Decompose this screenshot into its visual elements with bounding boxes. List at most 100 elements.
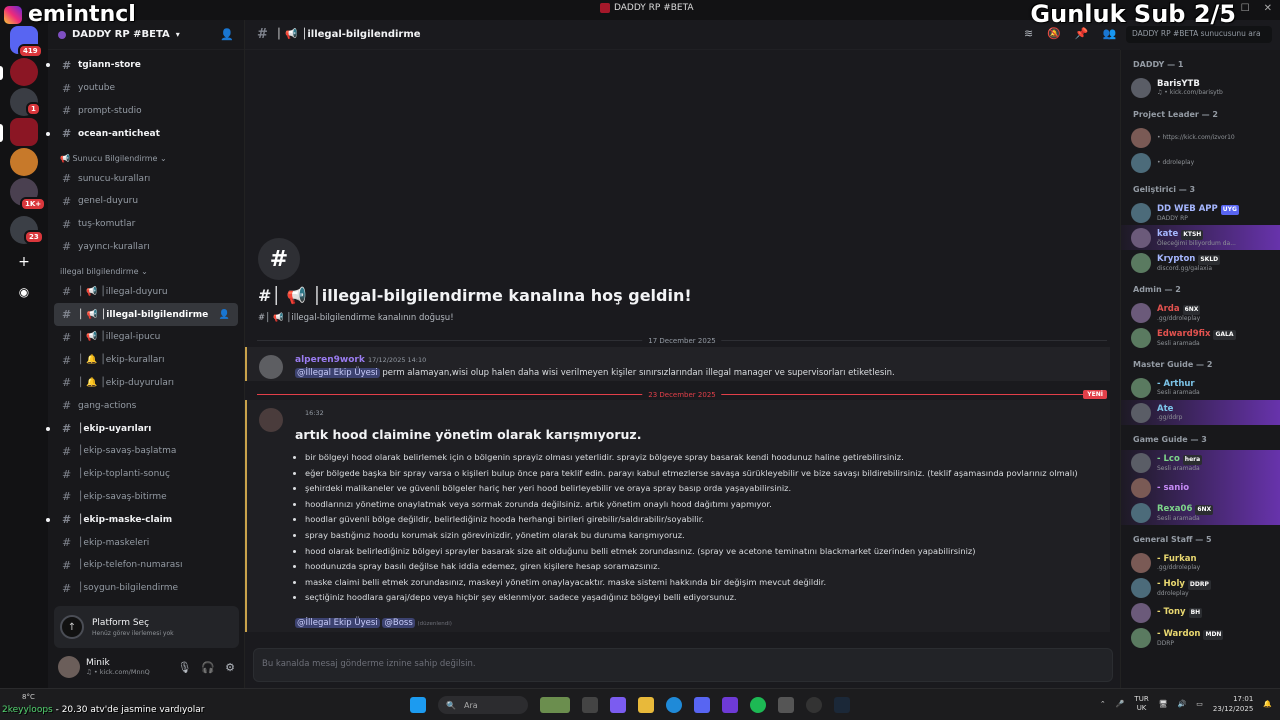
taskbar-search[interactable]: 🔍 Ara (438, 696, 528, 714)
spotify-icon[interactable] (750, 697, 766, 713)
channel-item[interactable]: # │ekip-toplanti-sonuç (48, 463, 244, 486)
server-icon[interactable] (10, 148, 38, 176)
add-member-icon[interactable]: 👤 (219, 310, 230, 320)
member-item[interactable]: BarisYTB ♫ • kick.com/barisytb (1121, 75, 1280, 100)
channel-item[interactable]: # │ekip-maskeleri (48, 531, 244, 554)
channel-item[interactable]: # tgiann-store (46, 54, 244, 77)
channel-item[interactable]: # tuş-komutlar (48, 213, 244, 236)
avatar[interactable] (58, 656, 80, 678)
widget-icon[interactable] (540, 697, 570, 713)
channel-item[interactable]: # │ekip-uyarıları (46, 417, 244, 440)
channel-item[interactable]: # genel-duyuru (48, 190, 244, 213)
volume-icon[interactable]: 🔊 (1178, 700, 1187, 708)
network-icon[interactable]: 🖥 (1159, 700, 1168, 708)
gear-icon[interactable]: ⚙ (225, 661, 235, 674)
pin-icon[interactable]: 📌 (1075, 27, 1089, 40)
channel-item[interactable]: # │ekip-maske-claim (46, 508, 244, 531)
weather-widget[interactable]: 8°C (22, 693, 35, 701)
channel-item[interactable]: # │ekip-savaş-başlatma (48, 440, 244, 463)
microphone-icon[interactable]: 🎤 (1116, 700, 1125, 708)
threads-icon[interactable]: ≋ (1024, 27, 1033, 40)
member-item[interactable]: Arda 6NX .gg/ddroleplay (1121, 300, 1280, 325)
member-item[interactable]: - Lco hera Sesli aramada (1121, 450, 1280, 475)
member-item[interactable]: • ddroleplay (1121, 150, 1280, 175)
mute-bell-icon[interactable]: 🔕 (1047, 27, 1061, 40)
task-view-icon[interactable] (582, 697, 598, 713)
role-mention[interactable]: @İllegal Ekip Üyesi (295, 618, 380, 628)
channel-label: │ekip-telefon-numarası (78, 560, 183, 571)
avatar[interactable] (259, 355, 283, 379)
windows-start-icon[interactable] (410, 697, 426, 713)
notification-bell-icon[interactable]: 🔔 (1263, 700, 1272, 708)
member-status: Sesli aramada (1157, 514, 1200, 522)
channel-item[interactable]: # yayıncı-kuralları (48, 236, 244, 259)
member-item[interactable]: Rexa06 6NX Sesli aramada (1121, 500, 1280, 525)
member-item[interactable]: - Wardon MDN DDRP (1121, 625, 1280, 650)
close-icon[interactable]: ✕ (1264, 3, 1272, 14)
clock[interactable]: 17:01 23/12/2025 (1213, 694, 1253, 714)
channel-item[interactable]: # gang-actions (48, 394, 244, 417)
category-header[interactable]: illegal bilgilendirme ⌄ (48, 258, 244, 280)
settings-icon[interactable] (778, 697, 794, 713)
channel-item[interactable]: # ocean-anticheat (46, 122, 244, 145)
channel-item[interactable]: # │ 📢 │illegal-duyuru (48, 280, 244, 303)
member-item[interactable]: - Tony BH (1121, 600, 1280, 625)
server-icon-active[interactable] (10, 118, 38, 146)
battery-icon[interactable]: ▭ (1196, 700, 1203, 708)
microphone-icon[interactable]: 🎙 (177, 661, 191, 674)
member-item[interactable]: - Holy DDRP ddroleplay (1121, 575, 1280, 600)
member-name-row: - Furkan (1157, 554, 1200, 564)
avatar[interactable] (259, 408, 283, 432)
channel-item[interactable]: # │ 📢 │illegal-ipucu (48, 326, 244, 349)
channel-item[interactable]: # │ekip-savaş-bitirme (48, 486, 244, 509)
headphones-icon[interactable]: 🎧 (201, 661, 215, 674)
channel-item[interactable]: # youtube (48, 77, 244, 100)
obs-icon[interactable] (722, 697, 738, 713)
maximize-icon[interactable]: ☐ (1241, 3, 1250, 14)
chevron-up-icon[interactable]: ⌃ (1100, 700, 1106, 708)
search-input[interactable]: DADDY RP #BETA sunucusunu ara (1126, 26, 1272, 43)
channel-item[interactable]: # │ekip-telefon-numarası (48, 554, 244, 577)
app-icon[interactable] (806, 697, 822, 713)
message[interactable]: 16:32 artık hood claimine yönetim olarak… (245, 400, 1110, 632)
channel-item[interactable]: # │soygun-bilgilendirme (48, 577, 244, 600)
add-server-icon[interactable]: + (10, 248, 38, 276)
channel-item[interactable]: # │ 🔔 │ekip-kuralları (48, 349, 244, 372)
message-timestamp: 16:32 (305, 409, 324, 417)
message[interactable]: alperen9work 17/12/2025 14:10 @İllegal E… (245, 347, 1110, 381)
add-member-icon[interactable]: 👤 (220, 28, 234, 41)
channel-item[interactable]: # sunucu-kuralları (48, 167, 244, 190)
member-item[interactable]: Ate .gg/ddrp (1121, 400, 1280, 425)
file-explorer-icon[interactable] (638, 697, 654, 713)
member-tag: BH (1188, 608, 1203, 618)
role-mention[interactable]: @Boss (382, 618, 415, 628)
channel-item-active[interactable]: # │ 📢 │illegal-bilgilendirme 👤 (54, 303, 238, 326)
member-item[interactable]: • https://kick.com/izvor10 (1121, 125, 1280, 150)
language-indicator[interactable]: TUR UK (1134, 695, 1148, 713)
member-item[interactable]: Edward9fix GALA Sesli aramada (1121, 325, 1280, 350)
members-icon[interactable]: 👥 (1103, 27, 1117, 40)
member-item[interactable]: kate KTSH Öleceğimi biliyordum da... (1121, 225, 1280, 250)
member-item[interactable]: - Furkan .gg/ddroleplay (1121, 550, 1280, 575)
discord-icon[interactable] (694, 697, 710, 713)
server-icon[interactable] (10, 58, 38, 86)
steam-icon[interactable] (834, 697, 850, 713)
member-item[interactable]: - sanio (1121, 475, 1280, 500)
member-item[interactable]: - Arthur Sesli aramada (1121, 375, 1280, 400)
channel-item[interactable]: # │ 🔔 │ekip-duyuruları (48, 372, 244, 395)
category-header[interactable]: 📢 Sunucu Bilgilendirme ⌄ (48, 145, 244, 167)
channel-item[interactable]: # prompt-studio (48, 100, 244, 123)
message-author[interactable]: alperen9work (295, 355, 365, 365)
member-item[interactable]: Krypton SKLD discord.gg/galaxia (1121, 250, 1280, 275)
member-name-row: BarisYTB (1157, 79, 1223, 89)
member-group-header: Game Guide — 3 (1133, 435, 1207, 444)
copilot-icon[interactable] (610, 697, 626, 713)
member-item[interactable]: DD WEB APP UYG DADDY RP (1121, 200, 1280, 225)
role-mention[interactable]: @İllegal Ekip Üyesi (295, 368, 380, 378)
channel-label: │ekip-toplanti-sonuç (78, 469, 170, 480)
hash-icon: # (62, 399, 72, 413)
discover-icon[interactable]: ◉ (10, 278, 38, 306)
platform-select-card[interactable]: ↑ Platform Seç Henüz görev ilerlemesi yo… (54, 606, 239, 648)
edge-icon[interactable] (666, 697, 682, 713)
member-status: Öleceğimi biliyordum da... (1157, 239, 1236, 247)
